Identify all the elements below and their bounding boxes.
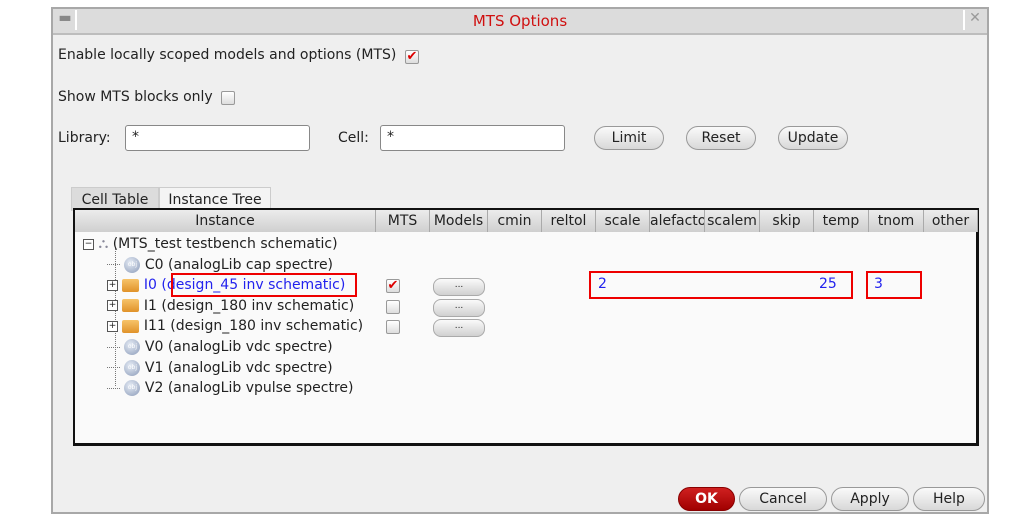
- library-input[interactable]: *: [125, 125, 310, 151]
- object-icon: obj: [124, 256, 141, 273]
- expand-icon[interactable]: +: [107, 300, 118, 312]
- object-icon: obj: [124, 359, 141, 376]
- folder-icon: [122, 319, 140, 333]
- column-header-mts[interactable]: MTS: [376, 210, 430, 232]
- column-header-scalem[interactable]: scalem: [705, 210, 760, 232]
- column-header-reltol[interactable]: reltol: [542, 210, 596, 232]
- tree-connector: [107, 346, 120, 348]
- instance-label: C0 (analogLib cap spectre): [144, 256, 334, 273]
- cell-input[interactable]: *: [380, 125, 565, 151]
- hierarchy-icon: ⛬: [98, 236, 109, 252]
- help-button[interactable]: Help: [913, 487, 985, 511]
- mts-checkbox[interactable]: [386, 299, 400, 314]
- mts-checkbox[interactable]: ✔: [386, 279, 400, 294]
- tree-row[interactable]: + I11 (design_180 inv schematic): [107, 316, 363, 336]
- enable-mts-label: Enable locally scoped models and options…: [58, 47, 397, 63]
- close-button[interactable]: ✕: [963, 10, 985, 30]
- column-header-other[interactable]: other: [924, 210, 978, 232]
- column-header-skip[interactable]: skip: [760, 210, 814, 232]
- collapse-icon[interactable]: −: [83, 238, 94, 250]
- library-label: Library:: [58, 130, 111, 146]
- instance-label: I11 (design_180 inv schematic): [143, 318, 364, 335]
- highlight-box: [589, 271, 853, 299]
- column-header-tnom[interactable]: tnom: [869, 210, 924, 232]
- tree-row[interactable]: obj V2 (analogLib vpulse spectre): [107, 378, 354, 398]
- cell-label: Cell:: [338, 130, 369, 146]
- tree-row[interactable]: obj C0 (analogLib cap spectre): [107, 255, 333, 275]
- instance-table: InstanceMTSModelscminreltolscalealefacto…: [73, 208, 979, 446]
- instance-label: I1 (design_180 inv schematic): [143, 297, 355, 314]
- instance-label: V0 (analogLib vdc spectre): [144, 339, 333, 355]
- enable-mts-checkbox[interactable]: ✔: [405, 50, 419, 64]
- window-title: MTS Options: [472, 12, 568, 30]
- update-button[interactable]: Update: [778, 126, 848, 150]
- highlight-box: [866, 271, 922, 299]
- folder-icon: [122, 299, 140, 313]
- show-mts-blocks-checkbox[interactable]: [221, 91, 235, 105]
- column-header-scale[interactable]: scale: [596, 210, 650, 232]
- expand-icon[interactable]: +: [107, 320, 118, 332]
- show-mts-blocks-label: Show MTS blocks only: [58, 89, 213, 105]
- tree-row[interactable]: + I1 (design_180 inv schematic): [107, 296, 354, 316]
- column-header-temp[interactable]: temp: [814, 210, 869, 232]
- reset-button[interactable]: Reset: [686, 126, 756, 150]
- tree-connector: [107, 387, 120, 389]
- tree-row[interactable]: − ⛬ (MTS_test testbench schematic): [83, 234, 338, 254]
- ok-button[interactable]: OK: [678, 487, 735, 511]
- column-header-cmin[interactable]: cmin: [488, 210, 542, 232]
- mts-options-dialog: ▬ MTS Options ✕ Enable locally scoped mo…: [51, 7, 989, 514]
- title-bar: ▬ MTS Options ✕: [53, 9, 987, 35]
- tree-row[interactable]: obj V0 (analogLib vdc spectre): [107, 337, 333, 357]
- limit-button[interactable]: Limit: [594, 126, 664, 150]
- cancel-button[interactable]: Cancel: [739, 487, 827, 511]
- column-header-alefactor[interactable]: alefactor: [650, 210, 705, 232]
- folder-icon: [122, 278, 140, 292]
- instance-label: V1 (analogLib vdc spectre): [144, 359, 333, 376]
- highlight-box: [171, 273, 357, 297]
- column-header-instance[interactable]: Instance: [75, 210, 376, 232]
- mts-checkbox[interactable]: [386, 320, 400, 335]
- apply-button[interactable]: Apply: [831, 487, 909, 511]
- tree-connector: [107, 367, 120, 369]
- column-header-models[interactable]: Models: [430, 210, 488, 232]
- object-icon: obj: [124, 339, 141, 355]
- expand-icon[interactable]: +: [107, 279, 118, 291]
- tree-connector: [107, 264, 120, 266]
- models-button[interactable]: ...: [433, 319, 485, 338]
- instance-label: V2 (analogLib vpulse spectre): [144, 380, 354, 397]
- object-icon: obj: [124, 380, 141, 397]
- models-button[interactable]: ...: [433, 278, 485, 297]
- tree-row[interactable]: obj V1 (analogLib vdc spectre): [107, 358, 333, 378]
- instance-label: (MTS_test testbench schematic): [112, 236, 338, 252]
- models-button[interactable]: ...: [433, 298, 485, 317]
- instance-name: I0: [143, 277, 157, 294]
